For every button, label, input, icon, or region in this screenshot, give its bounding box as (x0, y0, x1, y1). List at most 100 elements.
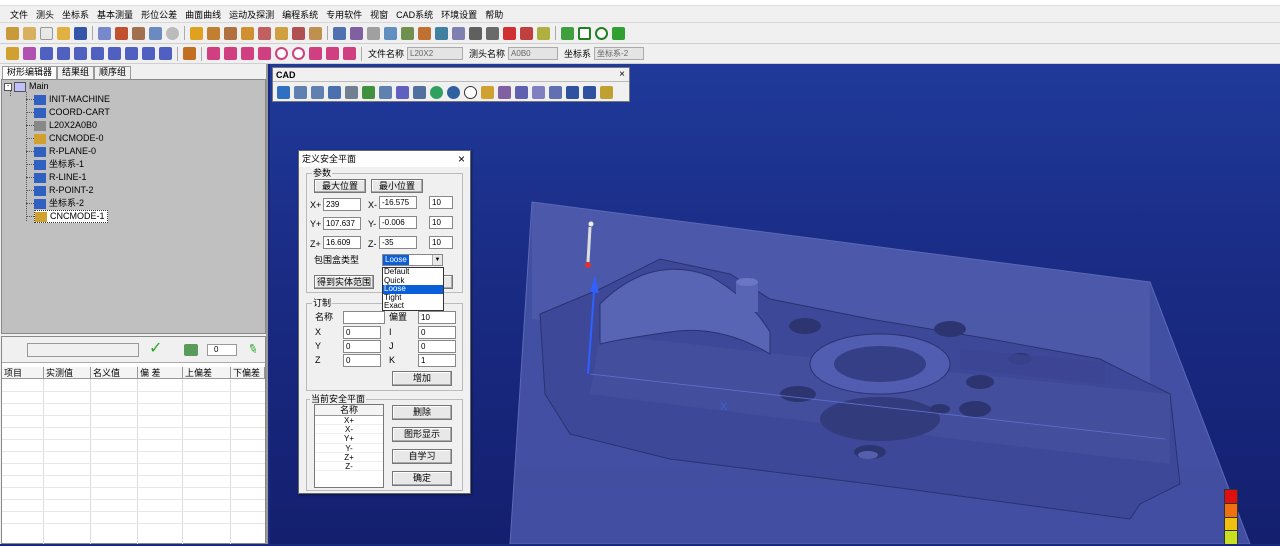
folder-icon[interactable] (57, 26, 70, 40)
list-item[interactable]: Z- (315, 462, 383, 472)
y-input[interactable]: 0 (343, 340, 381, 353)
menu-programming[interactable]: 编程系统 (278, 8, 322, 21)
probe-name-field[interactable]: A0B0 (508, 47, 559, 60)
tree-item-selected[interactable]: CNCMODE-1 (34, 210, 108, 223)
zoom-window-icon[interactable] (311, 85, 324, 99)
value-field[interactable]: 0 (207, 344, 237, 356)
h-icon[interactable] (612, 26, 625, 40)
tab-tree-editor[interactable]: 树形编辑器 (2, 66, 58, 79)
y-margin-input[interactable]: 10 (429, 216, 453, 229)
measure-icon[interactable] (241, 26, 254, 40)
flatness-icon[interactable] (343, 47, 356, 60)
symmetry-icon[interactable] (309, 47, 322, 60)
paint-icon[interactable] (600, 85, 613, 99)
box-type-select[interactable]: Loose ▼ (382, 254, 443, 266)
file-name-field[interactable]: L20X2 (407, 47, 464, 60)
measure-icon[interactable] (275, 26, 288, 40)
i-input[interactable]: 0 (418, 326, 456, 339)
menu-probe[interactable]: 测头 (32, 8, 58, 21)
active-tool-icon[interactable] (503, 26, 516, 40)
k-input[interactable]: 1 (418, 354, 456, 367)
z-input[interactable]: 0 (343, 354, 381, 367)
yminus-input[interactable]: -0.006 (379, 216, 417, 229)
tree-item[interactable]: 坐标系-2 (34, 197, 84, 210)
tool-icon[interactable] (401, 26, 414, 40)
section-icon[interactable] (413, 85, 426, 99)
probe-icon[interactable] (309, 26, 322, 40)
export-icon[interactable] (583, 85, 596, 99)
roundness-icon[interactable] (292, 47, 305, 60)
save-icon[interactable] (74, 26, 87, 40)
disc-icon[interactable] (166, 26, 179, 40)
plane-icon[interactable] (142, 47, 155, 60)
tab-results[interactable]: 结果组 (57, 66, 95, 79)
xplus-input[interactable]: 239 (323, 198, 361, 211)
tree-item[interactable]: INIT-MACHINE (34, 93, 110, 106)
pan-icon[interactable] (277, 85, 290, 99)
rotate-icon[interactable] (345, 85, 358, 99)
delete-button[interactable]: 删除 (392, 405, 452, 420)
expression-field[interactable] (27, 343, 139, 357)
menu-file[interactable]: 文件 (6, 8, 32, 21)
zminus-input[interactable]: -35 (379, 236, 417, 249)
circle-icon[interactable] (595, 26, 608, 40)
ok-button[interactable]: 确定 (392, 471, 452, 486)
ellipse-icon[interactable] (159, 47, 172, 60)
measure-icon[interactable] (224, 26, 237, 40)
measure-icon[interactable] (258, 26, 271, 40)
new-icon[interactable] (23, 26, 36, 40)
line-icon[interactable] (561, 26, 574, 40)
rectangle-icon[interactable] (578, 26, 591, 40)
arc-icon[interactable] (57, 47, 70, 60)
fit-icon[interactable] (362, 85, 375, 99)
tree-item[interactable]: CNCMODE-0 (34, 132, 104, 145)
name-input[interactable] (343, 311, 385, 324)
measure-icon[interactable] (292, 26, 305, 40)
tree-item[interactable]: R-POINT-2 (34, 184, 94, 197)
grid-icon[interactable] (532, 85, 545, 99)
line-icon[interactable] (23, 47, 36, 60)
tool-icon[interactable] (350, 26, 363, 40)
menu-motion[interactable]: 运动及探测 (225, 8, 278, 21)
measure-icon[interactable] (207, 26, 220, 40)
circle-feature-icon[interactable] (40, 47, 53, 60)
angle-icon[interactable] (241, 47, 254, 60)
collapse-icon[interactable]: - (4, 82, 12, 91)
sphere-icon[interactable] (125, 47, 138, 60)
zplus-input[interactable]: 16.609 (323, 236, 361, 249)
position-icon[interactable] (258, 47, 271, 60)
tool-icon[interactable] (184, 344, 198, 356)
tree-item[interactable]: R-LINE-1 (34, 171, 87, 184)
cut-icon[interactable] (115, 26, 128, 40)
layer-icon[interactable] (515, 85, 528, 99)
probe-head-icon[interactable] (486, 26, 499, 40)
shade-icon[interactable] (430, 85, 443, 99)
globe-icon[interactable] (447, 85, 460, 99)
tool-icon[interactable] (367, 26, 380, 40)
dropdown-option[interactable]: Exact (383, 302, 443, 311)
cone-icon[interactable] (108, 47, 121, 60)
view-icon[interactable] (328, 85, 341, 99)
menu-help[interactable]: 帮助 (481, 8, 507, 21)
dialog-close-icon[interactable]: × (458, 152, 465, 166)
x-input[interactable]: 0 (343, 326, 381, 339)
max-position-button[interactable]: 最大位置 (314, 179, 366, 193)
cad-close-icon[interactable]: × (619, 68, 625, 82)
min-position-button[interactable]: 最小位置 (371, 179, 423, 193)
perpendicular-icon[interactable] (224, 47, 237, 60)
tab-sequence[interactable]: 顺序组 (94, 66, 132, 79)
screen-icon[interactable] (566, 85, 579, 99)
graphic-display-button[interactable]: 图形显示 (392, 427, 452, 442)
tree-item[interactable]: R-PLANE-0 (34, 145, 96, 158)
check-icon[interactable]: ✓ (149, 340, 162, 358)
parallel-icon[interactable] (207, 47, 220, 60)
runout-icon[interactable] (326, 47, 339, 60)
concentric-icon[interactable] (275, 47, 288, 60)
layer-icon[interactable] (498, 85, 511, 99)
menu-cad[interactable]: CAD系统 (392, 8, 437, 21)
tool-icon[interactable] (418, 26, 431, 40)
pick-icon[interactable] (396, 85, 409, 99)
open-folder-icon[interactable] (6, 26, 19, 40)
j-input[interactable]: 0 (418, 340, 456, 353)
tool-icon[interactable] (384, 26, 397, 40)
